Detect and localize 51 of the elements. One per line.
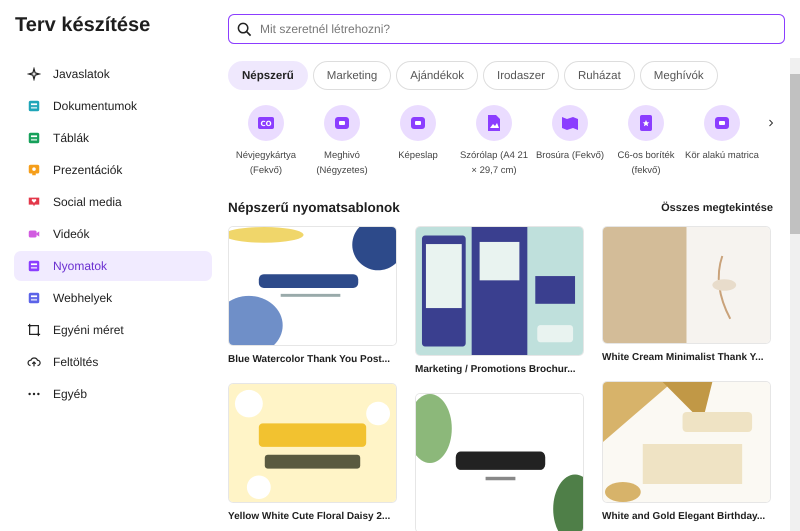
sidebar-item[interactable]: Táblák — [14, 123, 212, 153]
template-title[interactable]: Yellow White Cute Floral Daisy 2... — [228, 510, 390, 524]
upload-icon — [27, 355, 41, 369]
category-label[interactable]: Meghivó (Négyzetes) — [304, 149, 380, 178]
sidebar-item[interactable]: Egyéb — [14, 379, 212, 409]
flyer-icon[interactable] — [476, 105, 512, 141]
template-title[interactable]: White Cream Minimalist Thank Y... — [602, 351, 764, 366]
sidebar-item[interactable]: Social media — [14, 187, 212, 217]
resize-icon — [27, 323, 41, 337]
sparkle-icon — [27, 67, 41, 81]
filter-tab[interactable]: Ruházat — [564, 61, 635, 90]
category-label[interactable]: Szórólap (A4 21 × 29,7 cm) — [456, 149, 532, 178]
scrollbar-thumb[interactable] — [790, 74, 800, 234]
sidebar-item[interactable]: Prezentációk — [14, 155, 212, 185]
filter-tab[interactable]: Irodaszer — [483, 61, 559, 90]
filter-tab[interactable]: Népszerű — [228, 61, 308, 90]
print-icon — [27, 259, 41, 273]
category-label[interactable]: Névjegykártya (Fekvő) — [228, 149, 304, 178]
filter-tab[interactable]: Meghívók — [640, 61, 718, 90]
sticker-icon[interactable] — [704, 105, 740, 141]
heart-icon — [27, 195, 41, 209]
postcard-icon[interactable] — [400, 105, 436, 141]
envelope-icon[interactable] — [628, 105, 664, 141]
presentation-icon — [27, 163, 41, 177]
document-icon — [27, 99, 41, 113]
sidebar-item[interactable]: Webhelyek — [14, 283, 212, 313]
filter-tab[interactable]: Ajándékok — [396, 61, 478, 90]
sidebar-item[interactable]: Dokumentumok — [14, 91, 212, 121]
category-label[interactable]: Képeslap — [380, 149, 456, 164]
brochure-icon[interactable] — [552, 105, 588, 141]
template-title[interactable]: White and Gold Elegant Birthday... — [602, 510, 766, 524]
template-title[interactable]: Blue Watercolor Thank You Post... — [228, 353, 390, 368]
invitation-icon[interactable] — [324, 105, 360, 141]
category-label[interactable]: C6-os boríték (fekvő) — [608, 149, 684, 178]
sidebar-item[interactable]: Egyéni méret — [14, 315, 212, 345]
category-label[interactable]: Kör alakú matrica — [684, 149, 760, 164]
scrollbar[interactable] — [790, 58, 800, 531]
search-field[interactable]: Mit szeretnél létrehozni? — [228, 14, 785, 44]
sidebar-item[interactable]: Feltöltés — [14, 347, 212, 377]
whiteboard-icon — [27, 131, 41, 145]
website-icon — [27, 291, 41, 305]
filter-tab[interactable]: Marketing — [312, 61, 392, 90]
sidebar-title: Terv készítése — [15, 14, 152, 37]
category-label[interactable]: Brosúra (Fekvő) — [532, 149, 608, 164]
sidebar-item[interactable]: Javaslatok — [14, 59, 212, 89]
sidebar-item[interactable]: Videók — [14, 219, 212, 249]
section-title: Népszerű nyomatsablonok — [228, 200, 400, 216]
search-icon — [237, 22, 252, 36]
template-title[interactable]: Marketing / Promotions Brochur... — [415, 363, 576, 378]
see-all-link[interactable]: Összes megtekintése — [661, 202, 773, 214]
sidebar-item[interactable]: Nyomatok — [14, 251, 212, 281]
